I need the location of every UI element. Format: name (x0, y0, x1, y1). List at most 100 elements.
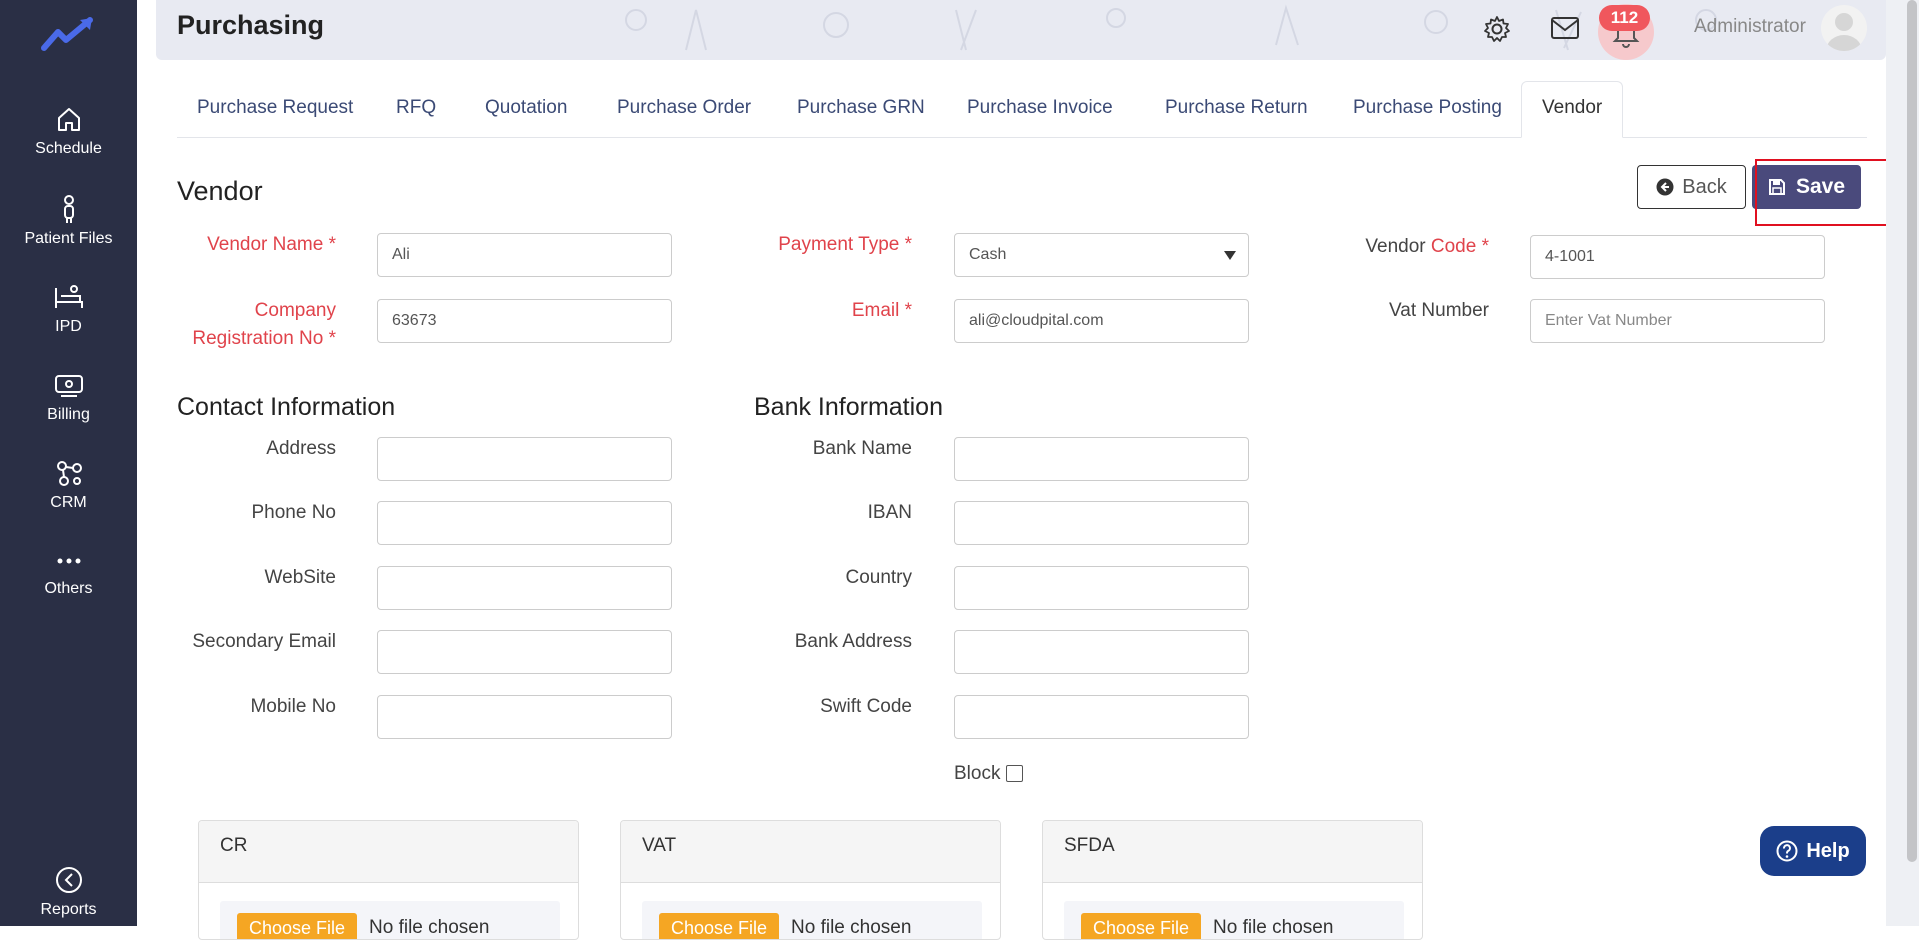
tab-purchase-posting[interactable]: Purchase Posting (1333, 82, 1522, 138)
address-label: Address (266, 438, 336, 459)
secondary-email-input[interactable] (377, 630, 672, 674)
document-card-title: SFDA (1043, 821, 1422, 883)
back-button-label: Back (1682, 175, 1727, 198)
vendor-code-label-text: Vendor (1365, 236, 1431, 257)
chevron-down-icon (1224, 251, 1236, 260)
iban-input[interactable] (954, 501, 1249, 545)
contact-information-title: Contact Information (177, 393, 396, 421)
crm-icon (56, 461, 82, 486)
sidebar-item-label: Billing (47, 406, 90, 423)
sidebar-item-reports[interactable]: Reports (0, 865, 137, 919)
sidebar-item-patient-files[interactable]: Patient Files (0, 194, 137, 248)
vendor-code-label: Vendor Code * (1256, 233, 1489, 261)
tab-bar: Purchase Request RFQ Quotation Purchase … (177, 81, 1867, 138)
country-label: Country (845, 567, 912, 588)
bank-name-label: Bank Name (812, 438, 912, 459)
bank-address-label: Bank Address (794, 631, 912, 652)
payment-type-select[interactable]: Cash (954, 233, 1249, 277)
block-checkbox[interactable] (1006, 765, 1023, 782)
vat-number-label: Vat Number (1389, 300, 1489, 321)
iban-label: IBAN (867, 502, 912, 523)
question-circle-icon (1776, 840, 1798, 862)
sidebar-item-label: Reports (40, 901, 97, 918)
file-status: No file chosen (791, 917, 912, 938)
form-title: Vendor (177, 176, 263, 206)
sidebar-item-label: IPD (55, 318, 82, 335)
address-input[interactable] (377, 437, 672, 481)
sidebar-item-billing[interactable]: Billing (0, 370, 137, 424)
mobile-no-label: Mobile No (250, 696, 336, 717)
scrollbar-thumb[interactable] (1907, 0, 1917, 862)
payment-type-label: Payment Type * (778, 234, 912, 255)
main-content: Purchasing 112 Administrator Purchase Re… (156, 0, 1910, 940)
sidebar-item-others[interactable]: Others (0, 548, 137, 598)
sidebar-item-schedule[interactable]: Schedule (0, 104, 137, 158)
bank-name-input[interactable] (954, 437, 1249, 481)
document-card-cr: CR Choose File No file chosen (198, 820, 579, 940)
vendor-name-input[interactable] (377, 233, 672, 277)
country-input[interactable] (954, 566, 1249, 610)
email-input[interactable] (954, 299, 1249, 343)
document-card-vat: VAT Choose File No file chosen (620, 820, 1001, 940)
vendor-code-input[interactable] (1530, 235, 1825, 279)
bank-information-title: Bank Information (754, 393, 943, 421)
tab-purchase-return[interactable]: Purchase Return (1145, 82, 1328, 138)
tab-vendor[interactable]: Vendor (1521, 81, 1624, 138)
mail-icon[interactable] (1550, 16, 1580, 40)
bank-address-input[interactable] (954, 630, 1249, 674)
save-button[interactable]: Save (1752, 165, 1861, 209)
phone-no-input[interactable] (377, 501, 672, 545)
back-button[interactable]: Back (1637, 165, 1746, 209)
floppy-disk-icon (1768, 179, 1785, 195)
vat-number-input[interactable] (1530, 299, 1825, 343)
document-card-title: VAT (621, 821, 1000, 883)
swift-code-input[interactable] (954, 695, 1249, 739)
company-registration-label-line1: Company (254, 300, 336, 321)
choose-file-button[interactable]: Choose File (237, 913, 358, 939)
sidebar-item-label: Schedule (35, 140, 102, 157)
email-label: Email * (851, 300, 912, 321)
home-icon (57, 108, 80, 131)
vendor-name-label: Vendor Name * (207, 234, 336, 255)
company-registration-label: Company Registration No * (156, 297, 336, 353)
mobile-no-input[interactable] (377, 695, 672, 739)
tab-purchase-grn[interactable]: Purchase GRN (777, 82, 945, 138)
payment-type-value: Cash (969, 246, 1007, 263)
website-input[interactable] (377, 566, 672, 610)
document-card-sfda: SFDA Choose File No file chosen (1042, 820, 1423, 940)
sidebar-item-label: Others (44, 580, 93, 597)
tab-rfq[interactable]: RFQ (376, 82, 456, 138)
tab-purchase-invoice[interactable]: Purchase Invoice (947, 82, 1133, 138)
help-button-label: Help (1806, 839, 1850, 862)
app-logo-icon[interactable] (40, 14, 96, 54)
choose-file-button[interactable]: Choose File (659, 913, 780, 939)
vendor-code-label-required: Code * (1430, 236, 1489, 257)
tab-purchase-order[interactable]: Purchase Order (597, 82, 771, 138)
patient-icon (63, 195, 74, 223)
choose-file-button[interactable]: Choose File (1081, 913, 1202, 939)
swift-code-label: Swift Code (820, 696, 912, 717)
company-registration-input[interactable] (377, 299, 672, 343)
file-status: No file chosen (369, 917, 490, 938)
sidebar-item-ipd[interactable]: IPD (0, 282, 137, 336)
sidebar: Schedule Patient Files IPD Billing CRM O… (0, 0, 137, 926)
avatar[interactable] (1821, 5, 1867, 51)
phone-no-label: Phone No (251, 502, 336, 523)
bed-icon (54, 285, 83, 308)
block-label: Block (954, 763, 1001, 784)
more-icon (57, 558, 80, 564)
tab-quotation[interactable]: Quotation (465, 82, 587, 138)
gear-icon[interactable] (1483, 15, 1511, 43)
sidebar-item-label: CRM (50, 494, 87, 511)
arrow-left-circle-icon (1656, 178, 1674, 196)
company-registration-label-line2: Registration No * (192, 328, 336, 349)
website-label: WebSite (264, 567, 336, 588)
page-title: Purchasing (177, 10, 325, 40)
user-name[interactable]: Administrator (1694, 16, 1806, 38)
notification-badge: 112 (1599, 5, 1650, 31)
file-status: No file chosen (1213, 917, 1334, 938)
sidebar-item-crm[interactable]: CRM (0, 458, 137, 512)
tab-purchase-request[interactable]: Purchase Request (177, 82, 373, 138)
sidebar-item-label: Patient Files (24, 230, 113, 247)
help-button[interactable]: Help (1760, 826, 1866, 876)
